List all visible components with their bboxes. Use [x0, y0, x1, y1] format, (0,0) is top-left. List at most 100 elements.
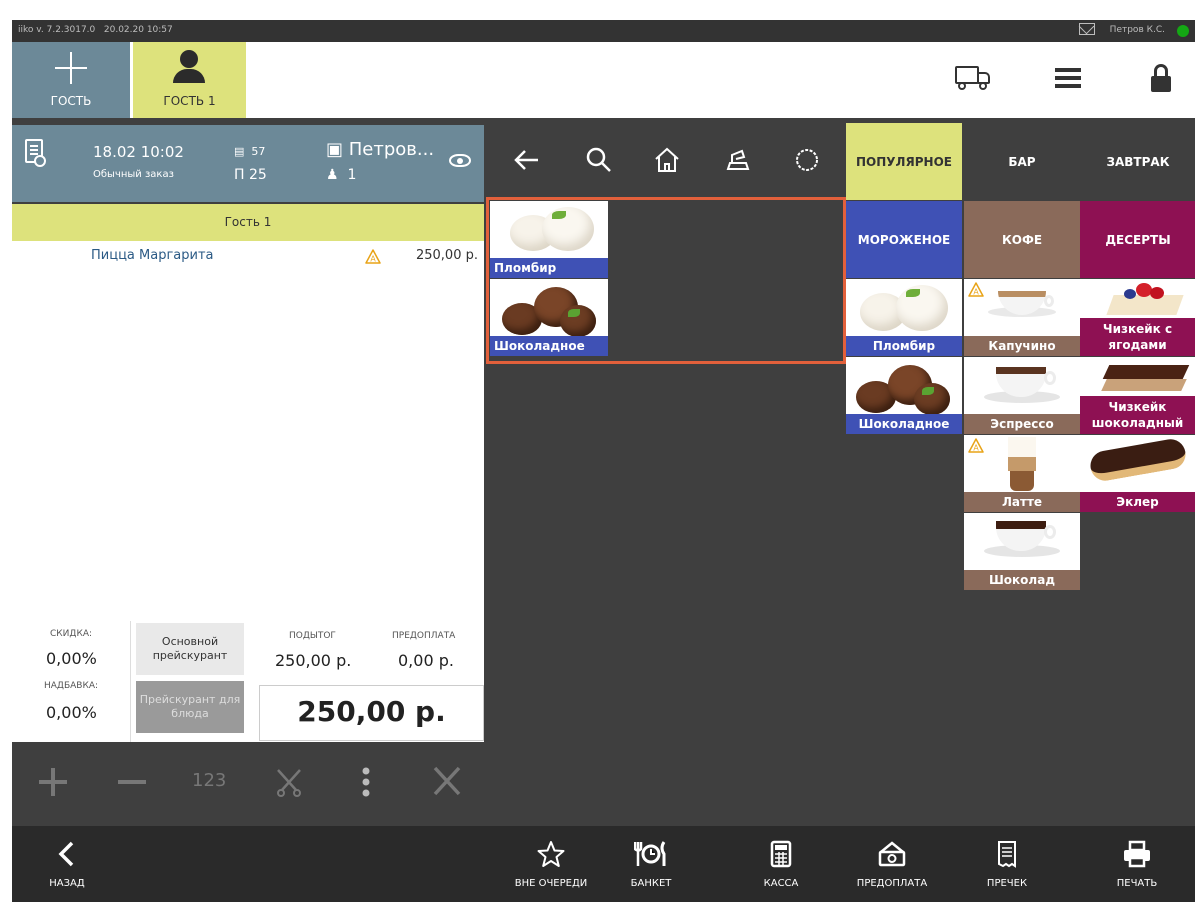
menu-item-latte[interactable]: A Латте [964, 435, 1080, 512]
calculator-icon [770, 840, 792, 868]
chevron-left-icon [58, 841, 74, 867]
order-item-name: Пицца Маргарита [91, 248, 214, 263]
surcharge-label: НАДБАВКА: [44, 681, 99, 691]
printer-icon [1124, 840, 1150, 868]
status-bar: iiko v. 7.2.3017.0 20.02.20 10:57 Петров… [12, 20, 1195, 42]
svg-text:A: A [973, 288, 979, 297]
table-number: Π 25 [234, 167, 267, 183]
banquet-button[interactable]: БАНКЕТ [626, 826, 676, 902]
waiter-name[interactable]: ▣ Петров... [326, 139, 434, 160]
order-date: 18.02 10:02 [93, 143, 184, 161]
menu-item-label: Шоколад [964, 570, 1080, 590]
menu-item-label: Чизкейк с ягодами [1080, 318, 1195, 356]
category-breakfast[interactable]: ЗАВТРАК [1080, 123, 1195, 200]
menu-toolbar [486, 125, 844, 195]
current-user: Петров К.С. [1109, 25, 1165, 35]
app-version: iiko v. 7.2.3017.0 20.02.20 10:57 [18, 25, 173, 35]
category-bar[interactable]: БАР [964, 123, 1080, 200]
back-button[interactable]: НАЗАД [42, 826, 92, 902]
cash-button[interactable]: КАССА [756, 826, 806, 902]
more-icon[interactable] [361, 762, 371, 802]
menu-item-label: Эклер [1080, 492, 1195, 512]
scale-icon[interactable] [722, 145, 752, 175]
prepay-label: ПРЕДОПЛАТА [392, 631, 456, 641]
result-item-label: Шоколадное [490, 336, 608, 356]
add-icon[interactable] [38, 762, 68, 802]
delete-icon[interactable] [432, 762, 462, 802]
order-type: Обычный заказ [93, 169, 174, 180]
discount-label: СКИДКА: [50, 629, 93, 639]
out-of-turn-button[interactable]: ВНЕ ОЧЕРЕДИ [515, 826, 587, 902]
discount-value[interactable]: 0,00% [46, 649, 97, 668]
order-item-price: 250,00 р. [415, 248, 478, 263]
surcharge-value[interactable]: 0,00% [46, 703, 97, 722]
result-item-label: Пломбир [490, 258, 608, 278]
search-icon[interactable] [584, 145, 614, 175]
pos-window: iiko v. 7.2.3017.0 20.02.20 10:57 Петров… [12, 20, 1195, 902]
warning-icon: A [968, 438, 984, 453]
subtotal-label: ПОДЫТОГ [289, 631, 336, 641]
category-icecream[interactable]: МОРОЖЕНОЕ [846, 201, 962, 278]
guest-tab-label: ГОСТЬ 1 [163, 94, 216, 108]
prepayment-icon [878, 841, 906, 867]
result-item-chocolate[interactable]: Шоколадное [490, 279, 608, 356]
guest-row[interactable]: Гость 1 [12, 204, 484, 241]
category-desserts[interactable]: ДЕСЕРТЫ [1080, 201, 1195, 278]
menu-item-plombir[interactable]: Пломбир [846, 279, 962, 356]
banquet-icon [634, 841, 666, 866]
minus-icon[interactable] [117, 762, 147, 802]
person-icon [180, 50, 198, 68]
scissors-icon[interactable] [274, 762, 304, 802]
guest-tab-1[interactable]: ГОСТЬ 1 [133, 42, 246, 118]
connection-status-icon [1177, 25, 1189, 37]
order-total: 250,00 р. [259, 685, 484, 741]
svg-text:A: A [973, 444, 979, 453]
menu-item-cappuccino[interactable]: A Капучино [964, 279, 1080, 356]
order-actions: 123 [12, 742, 484, 825]
circle-icon[interactable] [792, 145, 822, 175]
menu-item-label: Эспрессо [964, 414, 1080, 434]
menu-icon[interactable] [1055, 60, 1081, 96]
dish-pricelist-button[interactable]: Прейскурант для блюда [136, 681, 244, 733]
menu-item-chocolate-cheesecake[interactable]: Чизкейк шоколадный [1080, 357, 1195, 434]
order-list: Гость 1 Пицца Маргарита A 250,00 р. [12, 204, 484, 621]
bottom-toolbar: НАЗАД ВНЕ ОЧЕРЕДИ БАНКЕТ КАССА ПРЕДОПЛАТ… [12, 826, 1195, 902]
menu-item-label: Пломбир [846, 336, 962, 356]
mail-icon[interactable] [1079, 23, 1095, 35]
delivery-truck-icon[interactable] [955, 60, 995, 96]
eye-icon[interactable] [449, 154, 471, 167]
subtotal-value: 250,00 р. [275, 651, 352, 670]
star-icon [537, 841, 565, 867]
svg-text:A: A [370, 255, 376, 264]
lock-icon[interactable] [1149, 60, 1173, 96]
category-popular[interactable]: ПОПУЛЯРНОЕ [846, 123, 962, 200]
print-button[interactable]: ПЕЧАТЬ [1112, 826, 1162, 902]
result-item-plombir[interactable]: Пломбир [490, 201, 608, 278]
add-guest-button[interactable]: ГОСТЬ [12, 42, 130, 118]
main-pricelist-button[interactable]: Основной прейскурант [136, 623, 244, 675]
prepayment-button[interactable]: ПРЕДОПЛАТА [857, 826, 927, 902]
warning-icon: A [968, 282, 984, 297]
order-number: ▤ 57 [234, 145, 266, 158]
back-arrow-icon[interactable] [512, 145, 542, 175]
menu-item-hot-chocolate[interactable]: Шоколад [964, 513, 1080, 590]
menu-item-chocolate[interactable]: Шоколадное [846, 357, 962, 434]
prepay-value: 0,00 р. [398, 651, 454, 670]
menu-item-berry-cheesecake[interactable]: Чизкейк с ягодами [1080, 279, 1195, 356]
menu-item-eclair[interactable]: Эклер [1080, 435, 1195, 512]
quantity-button[interactable]: 123 [192, 770, 226, 810]
guest-bar: ГОСТЬ ГОСТЬ 1 [12, 42, 1195, 118]
add-guest-label: ГОСТЬ [50, 94, 92, 108]
plus-icon [55, 52, 87, 84]
order-item[interactable]: Пицца Маргарита A 250,00 р. [12, 241, 484, 271]
receipt-icon [998, 841, 1016, 868]
menu-item-label: Капучино [964, 336, 1080, 356]
menu-item-label: Шоколадное [846, 414, 962, 434]
menu-item-label: Чизкейк шоколадный [1080, 396, 1195, 434]
menu-item-espresso[interactable]: Эспрессо [964, 357, 1080, 434]
warning-icon: A [365, 249, 381, 264]
precheck-button[interactable]: ПРЕЧЕК [982, 826, 1032, 902]
category-coffee[interactable]: КОФЕ [964, 201, 1080, 278]
totals-panel: СКИДКА: 0,00% НАДБАВКА: 0,00% Основной п… [12, 621, 484, 742]
home-icon[interactable] [652, 145, 682, 175]
